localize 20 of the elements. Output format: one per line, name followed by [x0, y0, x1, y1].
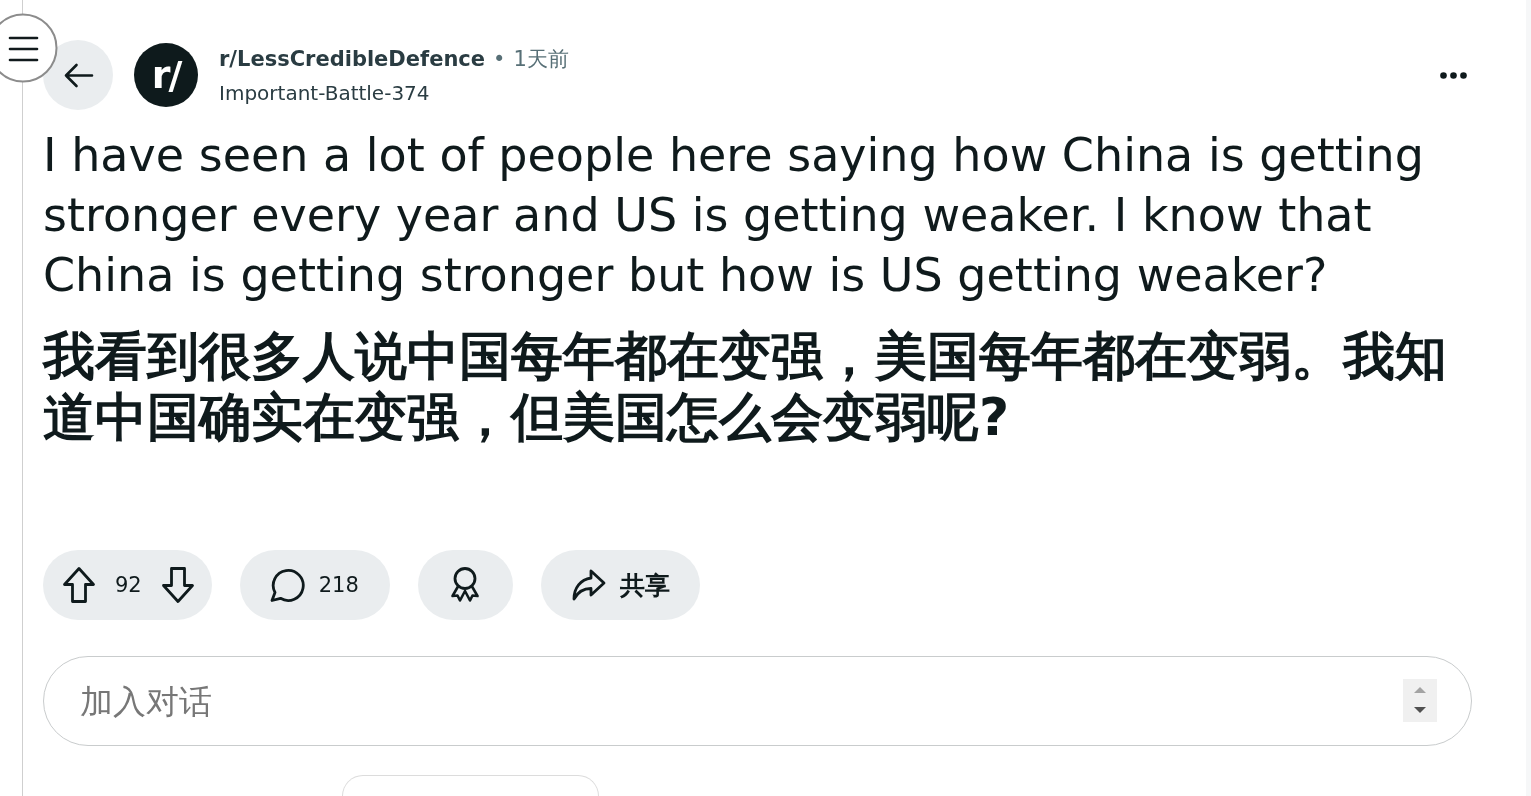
subreddit-link[interactable]: r/LessCredibleDefence: [219, 47, 486, 71]
vote-count: 92: [115, 573, 142, 597]
left-arrow-icon: [62, 62, 94, 88]
translated-title: 我看到很多人说中国每年都在变强，美国每年都在变弱。我知道中国确实在变强，但美国怎么会变弱呢?: [43, 326, 1448, 448]
author-link[interactable]: Important-Battle-374: [219, 81, 430, 105]
comments-button[interactable]: 218: [239, 550, 390, 620]
post-title: I have seen a lot of people here saying how China is getting stronger every year and US is getting weaker. I know that China is getting stronger but how is US getting weaker?: [43, 127, 1425, 304]
share-arrow-icon: [570, 568, 607, 602]
comment-field[interactable]: 加入对话: [43, 656, 1472, 746]
scroll-arrows-icon[interactable]: [1403, 679, 1437, 722]
speech-bubble-icon: [268, 567, 305, 603]
share-button[interactable]: 共享: [540, 550, 700, 620]
post-time: 1天前: [513, 46, 569, 73]
menu-button[interactable]: [0, 13, 58, 83]
subreddit-avatar[interactable]: r/: [134, 43, 198, 107]
downvote-icon[interactable]: [160, 566, 195, 604]
menu-icon: [8, 36, 39, 62]
separator-dot: •: [493, 47, 506, 71]
upvote-icon[interactable]: [62, 566, 96, 604]
more-icon[interactable]: [1440, 71, 1467, 79]
